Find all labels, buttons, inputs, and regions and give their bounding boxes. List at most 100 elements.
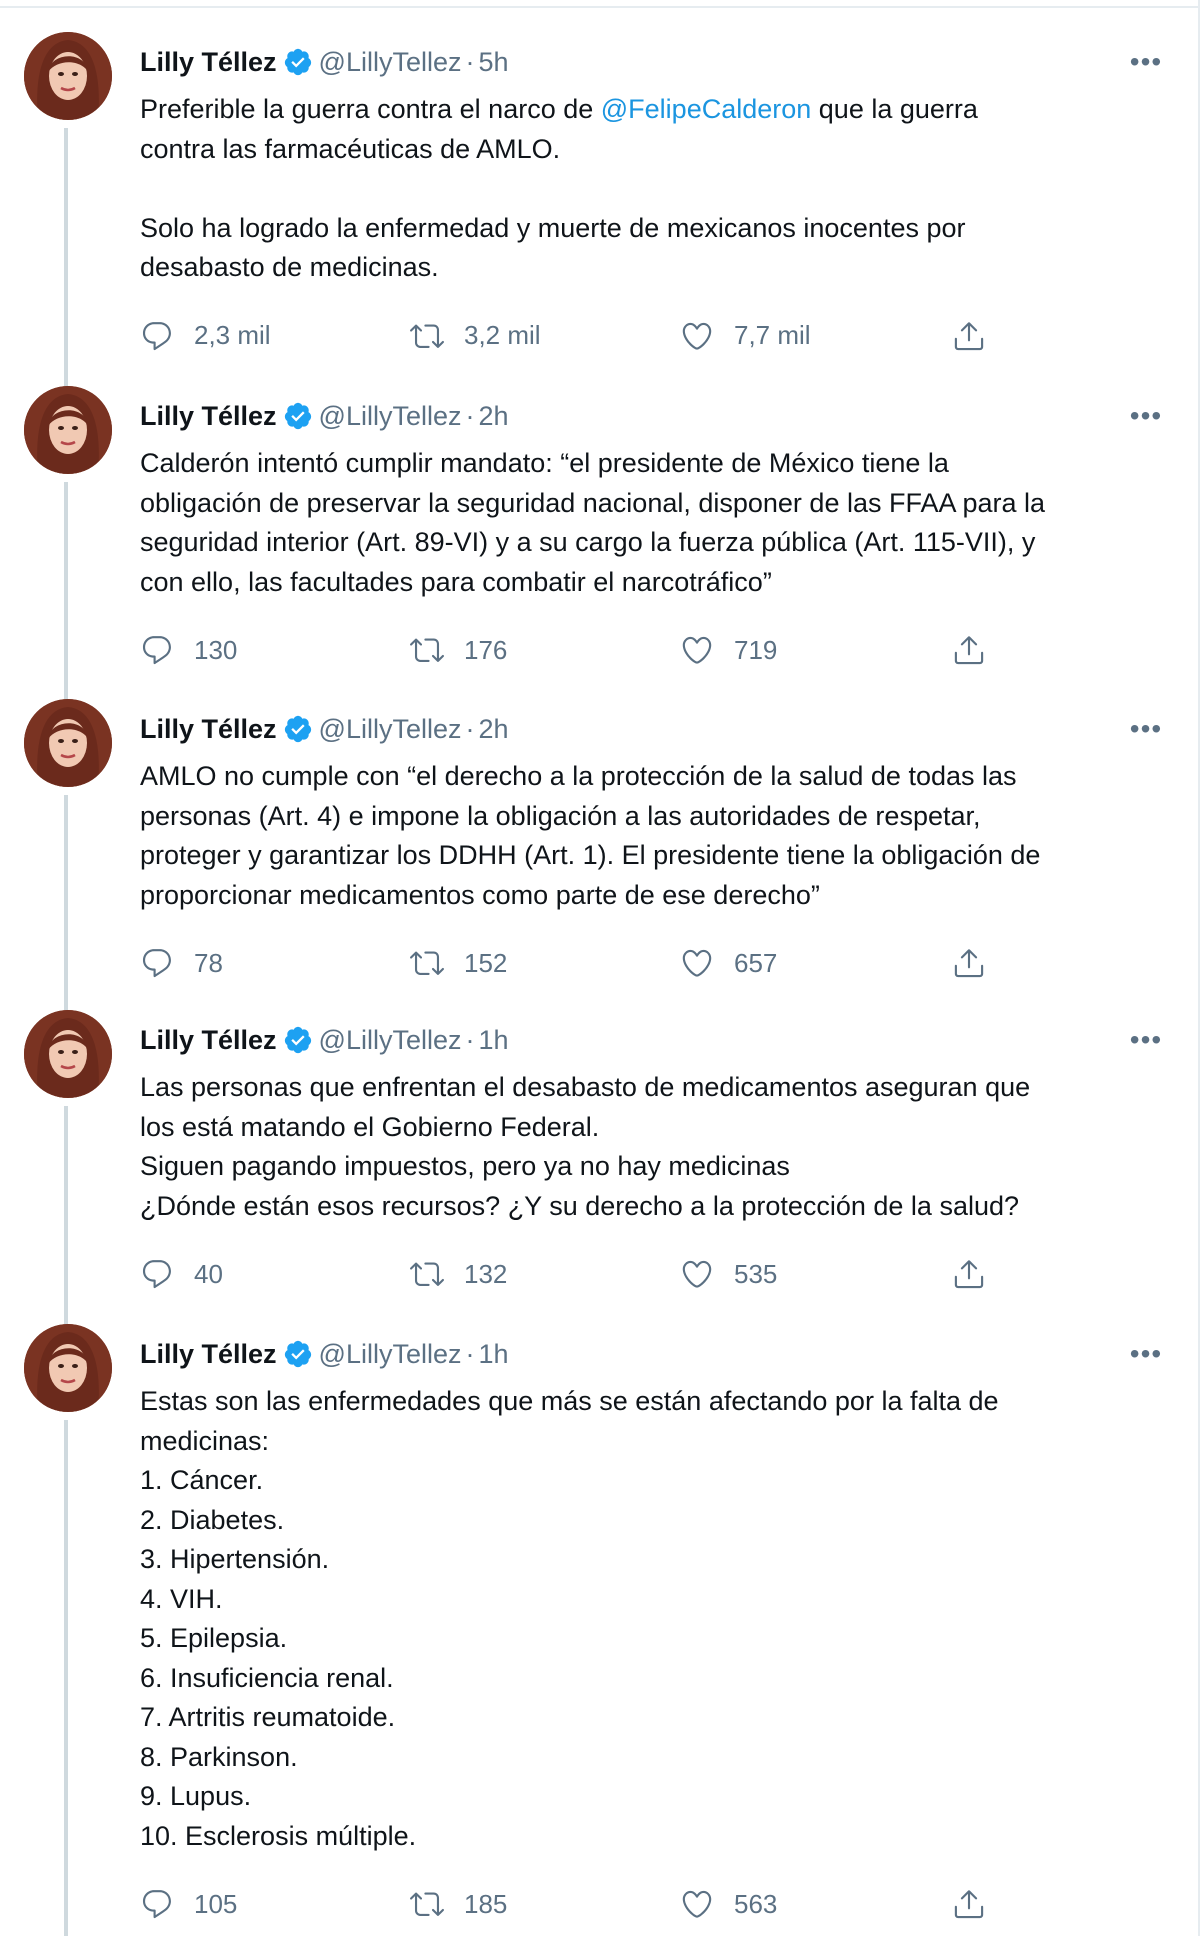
retweet-count: 176	[464, 634, 508, 665]
separator-dot: ·	[465, 1338, 475, 1369]
tweet-actions: 78 152 657	[140, 941, 1020, 985]
tweet-text: Estas son las enfermedades que más se es…	[140, 1386, 999, 1851]
share-icon	[954, 1890, 984, 1919]
verified-badge-icon	[283, 714, 313, 744]
retweet-count: 185	[464, 1888, 508, 1919]
retweet-icon	[410, 324, 444, 348]
like-count: 719	[734, 634, 778, 665]
author-handle[interactable]: @LillyTellez	[319, 1339, 462, 1370]
retweet-button[interactable]: 152	[410, 941, 507, 985]
like-icon	[682, 949, 712, 977]
author-name[interactable]: Lilly Téllez	[140, 1025, 277, 1056]
thread-connector-line	[64, 1106, 68, 1324]
retweet-button[interactable]: 3,2 mil	[410, 314, 541, 358]
reply-count: 2,3 mil	[194, 320, 271, 350]
reply-button[interactable]: 78	[140, 941, 223, 985]
retweet-button[interactable]: 185	[410, 1882, 507, 1926]
tweet-actions: 40 132 535	[140, 1252, 1020, 1296]
verified-badge-icon	[283, 401, 313, 431]
author-handle[interactable]: @LillyTellez	[319, 714, 462, 745]
more-icon[interactable]: •••	[1126, 42, 1166, 82]
author-name[interactable]: Lilly Téllez	[140, 714, 277, 745]
tweet-text: Las personas que enfrentan el desabasto …	[140, 1072, 1031, 1221]
separator-dot: ·	[465, 1024, 475, 1055]
reply-button[interactable]: 40	[140, 1252, 223, 1296]
tweet-timestamp[interactable]: 2h	[479, 401, 509, 432]
avatar[interactable]	[24, 1010, 112, 1098]
share-button[interactable]	[952, 628, 986, 672]
thread-connector-line	[64, 128, 68, 386]
avatar[interactable]	[24, 386, 112, 474]
retweet-button[interactable]: 132	[410, 1252, 507, 1296]
like-count: 535	[734, 1258, 778, 1289]
more-icon[interactable]: •••	[1126, 1334, 1166, 1374]
separator-dot: ·	[465, 46, 475, 77]
tweet-thread: Lilly Téllez @LillyTellez · 5h ••• Prefe…	[0, 0, 1200, 1936]
like-button[interactable]: 719	[680, 628, 777, 672]
like-count: 657	[734, 947, 778, 978]
tweet-header: Lilly Téllez @LillyTellez · 1h	[140, 1020, 509, 1060]
like-count: 563	[734, 1888, 778, 1919]
retweet-icon	[410, 951, 444, 975]
retweet-button[interactable]: 176	[410, 628, 507, 672]
share-button[interactable]	[952, 1882, 986, 1926]
author-handle[interactable]: @LillyTellez	[319, 47, 462, 78]
verified-badge-icon	[283, 1025, 313, 1055]
retweet-icon	[410, 1892, 444, 1916]
more-icon[interactable]: •••	[1126, 1020, 1166, 1060]
more-icon[interactable]: •••	[1126, 709, 1166, 749]
tweet-timestamp[interactable]: 2h	[479, 714, 509, 745]
share-button[interactable]	[952, 1252, 986, 1296]
more-icon[interactable]: •••	[1126, 396, 1166, 436]
retweet-count: 3,2 mil	[464, 320, 541, 350]
avatar[interactable]	[24, 699, 112, 787]
tweet-actions: 2,3 mil 3,2 mil 7,7 mil	[140, 314, 1020, 358]
retweet-icon	[410, 638, 444, 662]
tweet-header: Lilly Téllez @LillyTellez · 5h	[140, 42, 509, 82]
separator-dot: ·	[465, 713, 475, 744]
tweet-timestamp[interactable]: 1h	[479, 1025, 509, 1056]
like-count: 7,7 mil	[734, 320, 811, 350]
tweet-text-part: Preferible la guerra contra el narco de	[140, 94, 601, 124]
like-icon	[682, 636, 712, 664]
like-icon	[682, 1890, 712, 1918]
reply-count: 40	[194, 1258, 223, 1289]
mention-link[interactable]: @FelipeCalderon	[601, 94, 812, 124]
tweet-actions: 130 176 719	[140, 628, 1020, 672]
tweet-actions: 105 185 563	[140, 1882, 1020, 1926]
like-button[interactable]: 7,7 mil	[680, 314, 811, 358]
like-icon	[682, 1260, 712, 1288]
tweet-header: Lilly Téllez @LillyTellez · 2h	[140, 709, 509, 749]
separator-dot: ·	[465, 400, 475, 431]
author-name[interactable]: Lilly Téllez	[140, 47, 277, 78]
reply-icon	[142, 949, 171, 978]
author-name[interactable]: Lilly Téllez	[140, 1339, 277, 1370]
reply-button[interactable]: 105	[140, 1882, 237, 1926]
author-name[interactable]: Lilly Téllez	[140, 401, 277, 432]
retweet-count: 152	[464, 947, 508, 978]
reply-button[interactable]: 2,3 mil	[140, 314, 271, 358]
tweet-text: Preferible la guerra contra el narco de …	[140, 90, 1150, 288]
tweet-timestamp[interactable]: 1h	[479, 1339, 509, 1370]
share-button[interactable]	[952, 941, 986, 985]
reply-count: 105	[194, 1888, 238, 1919]
reply-count: 78	[194, 947, 223, 978]
like-button[interactable]: 563	[680, 1882, 777, 1926]
like-button[interactable]: 657	[680, 941, 777, 985]
tweet-text: Calderón intentó cumplir mandato: “el pr…	[140, 448, 1046, 597]
thread-connector-line	[64, 1420, 68, 1936]
reply-button[interactable]: 130	[140, 628, 237, 672]
retweet-count: 132	[464, 1258, 508, 1289]
tweet-timestamp[interactable]: 5h	[479, 47, 509, 78]
tweet-text: AMLO no cumple con “el derecho a la prot…	[140, 761, 1041, 910]
avatar[interactable]	[24, 1324, 112, 1412]
author-handle[interactable]: @LillyTellez	[319, 1025, 462, 1056]
like-button[interactable]: 535	[680, 1252, 777, 1296]
avatar[interactable]	[24, 32, 112, 120]
share-button[interactable]	[952, 314, 986, 358]
reply-icon	[142, 1890, 171, 1919]
verified-badge-icon	[283, 1339, 313, 1369]
reply-icon	[142, 321, 171, 350]
author-handle[interactable]: @LillyTellez	[319, 401, 462, 432]
thread-connector-line	[64, 795, 68, 1010]
